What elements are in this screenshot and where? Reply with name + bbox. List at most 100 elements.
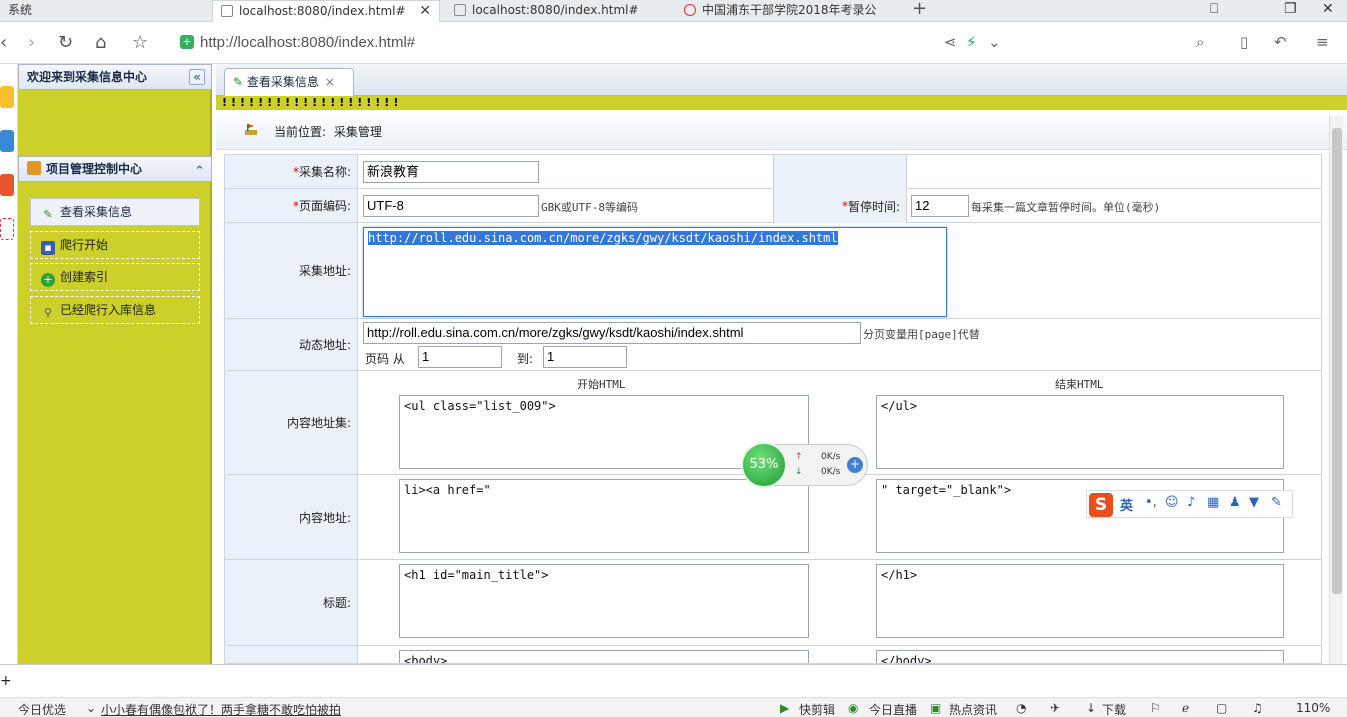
tablet-icon[interactable]: ▯ xyxy=(1240,33,1248,51)
notes-icon[interactable] xyxy=(0,130,14,152)
content-url-start[interactable]: li><a href=" xyxy=(399,479,809,553)
row-body: <body> </body> xyxy=(225,646,1321,663)
page-from-input[interactable]: 1 xyxy=(418,346,502,368)
window-icon[interactable]: ▢ xyxy=(1216,701,1227,715)
share-icon[interactable]: ⋖ xyxy=(944,33,957,51)
favorites-icon[interactable] xyxy=(0,86,14,108)
browser-tab-active[interactable]: localhost:8080/index.html# ✕ xyxy=(212,0,440,22)
vertical-scrollbar[interactable] xyxy=(1329,116,1343,664)
network-speed-widget[interactable]: 53% ↑ 0K/s ↓ 0K/s + xyxy=(741,442,868,488)
menu-icon[interactable]: ≡ xyxy=(1316,33,1329,51)
pause-input[interactable]: 12 xyxy=(911,195,969,217)
notice-bar: !!!!!!!!!!!!!!!!!!!! xyxy=(216,96,1347,110)
row-collect-url: 采集地址: http://roll.edu.sina.com.cn/more/z… xyxy=(225,223,1321,319)
search-icon[interactable]: ⌕ xyxy=(1196,33,1204,51)
url-field[interactable]: http://localhost:8080/index.html# xyxy=(200,34,415,51)
save-icon: ▪ xyxy=(41,241,55,255)
plus-icon[interactable]: + xyxy=(0,673,12,689)
end-html-header: 结束HTML xyxy=(1055,378,1104,391)
body-end[interactable]: </body> xyxy=(876,650,1284,663)
today-picks[interactable]: 今日优选 xyxy=(18,701,66,717)
weibo-icon[interactable] xyxy=(0,174,14,196)
collapse-icon[interactable]: « xyxy=(189,69,205,85)
sidebar-item-view-collect[interactable]: ✎ 查看采集信息 xyxy=(30,198,200,226)
pause-hint: 每采集一篇文章暂停时间。单位(毫秒) xyxy=(971,201,1161,214)
browser-side-strip xyxy=(0,64,18,664)
ime-toolbar: S 英 •, ☺ ♪ ▦ ♟ ▼ ✎ xyxy=(1086,490,1293,518)
scroll-thumb[interactable] xyxy=(1332,128,1342,594)
mail-icon[interactable] xyxy=(0,218,14,240)
status-line: + xyxy=(0,664,1347,697)
browser-bottom-bar: 今日优选 ⌄ 小小春有偶像包袱了！两手拿糖不敢吃怕被拍 ▶ 快剪辑 ◉ 今日直播… xyxy=(0,697,1347,717)
sidebar-item-create-index[interactable]: + 创建索引 xyxy=(30,263,200,291)
encoding-input[interactable]: UTF-8 xyxy=(363,195,539,217)
wrench-icon[interactable]: ✎ xyxy=(1271,495,1282,510)
sidebar-item-crawled-info[interactable]: ⚲ 已经爬行入库信息 xyxy=(30,296,200,324)
skin-icon[interactable]: ▼ xyxy=(1249,495,1259,510)
memory-percent: 53% xyxy=(741,442,787,488)
title-end[interactable]: </h1> xyxy=(876,564,1284,638)
browser-tab-2[interactable]: localhost:8080/index.html# xyxy=(446,0,672,22)
star-icon[interactable]: ☆ xyxy=(132,32,148,53)
volume-icon[interactable]: ♫ xyxy=(1252,701,1263,715)
ime-mode[interactable]: 英 xyxy=(1120,495,1133,514)
body-start[interactable]: <body> xyxy=(399,650,809,663)
page-to-input[interactable]: 1 xyxy=(543,346,627,368)
new-tab-icon[interactable]: + xyxy=(912,0,927,19)
undo-icon[interactable]: ↶ xyxy=(1274,33,1287,51)
microphone-icon[interactable]: ♪ xyxy=(1187,495,1195,510)
play-icon: ▶ xyxy=(780,701,790,715)
chevron-up-icon[interactable]: ⌃ xyxy=(194,160,205,184)
start-html-header: 开始HTML xyxy=(577,378,626,391)
close-icon[interactable]: ✕ xyxy=(419,1,431,21)
chevron-down-icon[interactable]: ⌄ xyxy=(988,33,1001,51)
downloads[interactable]: 下载 xyxy=(1102,701,1126,717)
plus-icon: + xyxy=(41,273,55,287)
welcome-header: 欢迎来到采集信息中心 « xyxy=(18,64,212,90)
hot-news[interactable]: 热点资讯 xyxy=(949,701,997,717)
ie-icon[interactable]: ℯ xyxy=(1182,701,1189,715)
shirt-icon[interactable]: ⎕ xyxy=(1210,1,1218,17)
plus-icon[interactable]: + xyxy=(847,457,863,473)
quick-edit[interactable]: 快剪辑 xyxy=(799,701,835,717)
speed-icon[interactable]: ◔ xyxy=(1016,701,1026,715)
collect-url-textarea[interactable]: http://roll.edu.sina.com.cn/more/zgks/gw… xyxy=(363,227,947,317)
chevron-down-icon[interactable]: ⌄ xyxy=(86,701,96,715)
row-dynamic-url: 动态地址: http://roll.edu.sina.com.cn/more/z… xyxy=(225,319,1321,371)
user-icon[interactable]: ♟ xyxy=(1229,495,1241,510)
back-icon[interactable]: ‹ xyxy=(0,32,7,53)
today-live[interactable]: 今日直播 xyxy=(869,701,917,717)
content-tab-bar: ✎ 查看采集信息 × xyxy=(216,64,1347,96)
lightning-icon[interactable]: ⚡ xyxy=(966,33,977,51)
content-url-set-end[interactable]: </ul> xyxy=(876,395,1284,469)
collect-form: * 采集名称: 新浪教育 * 页面编码: UTF-8 GBK或UTF-8等编码 * 暂… xyxy=(224,154,1322,664)
tab-view-collect[interactable]: ✎ 查看采集信息 × xyxy=(224,68,354,96)
row-title: 标题: <h1 id="main_title"> </h1> xyxy=(225,560,1321,646)
dynamic-url-input[interactable]: http://roll.edu.sina.com.cn/more/zgks/gw… xyxy=(363,322,861,344)
forward-icon[interactable]: › xyxy=(28,32,35,53)
section-header[interactable]: 项目管理控制中心 ⌃ xyxy=(18,156,212,182)
rocket-icon[interactable]: ✈ xyxy=(1050,701,1060,715)
emoji-icon[interactable]: ☺ xyxy=(1165,495,1179,510)
sogou-logo-icon[interactable]: S xyxy=(1089,493,1113,517)
close-icon[interactable]: × xyxy=(325,75,335,89)
news-ticker[interactable]: 小小春有偶像包袱了！两手拿糖不敢吃怕被拍 xyxy=(101,701,341,717)
restore-icon[interactable]: ❐ xyxy=(1284,1,1297,17)
collect-name-input[interactable]: 新浪教育 xyxy=(363,161,539,183)
keyboard-icon[interactable]: ▦ xyxy=(1207,495,1219,510)
breadcrumb: 当前位置: 采集管理 xyxy=(216,110,1347,150)
browser-tab-system[interactable]: 系统 xyxy=(0,0,200,22)
sidebar-item-crawl-start[interactable]: ▪ 爬行开始 xyxy=(30,231,200,259)
weibo-icon xyxy=(684,4,696,16)
zoom-level[interactable]: 110% xyxy=(1296,701,1330,715)
home-icon[interactable]: ⌂ xyxy=(95,32,106,53)
empty-label-cell xyxy=(773,155,907,189)
close-window-icon[interactable]: ✕ xyxy=(1322,1,1334,17)
refresh-icon[interactable]: ↻ xyxy=(58,32,73,53)
punctuation-icon[interactable]: •, xyxy=(1145,495,1157,510)
live-icon: ◉ xyxy=(848,701,859,715)
flag-icon[interactable]: ⚐ xyxy=(1150,701,1161,715)
title-start[interactable]: <h1 id="main_title"> xyxy=(399,564,809,638)
browser-tab-3[interactable]: 中国浦东干部学院2018年考录公 xyxy=(676,0,904,22)
download-icon: ↓ xyxy=(1086,701,1097,715)
